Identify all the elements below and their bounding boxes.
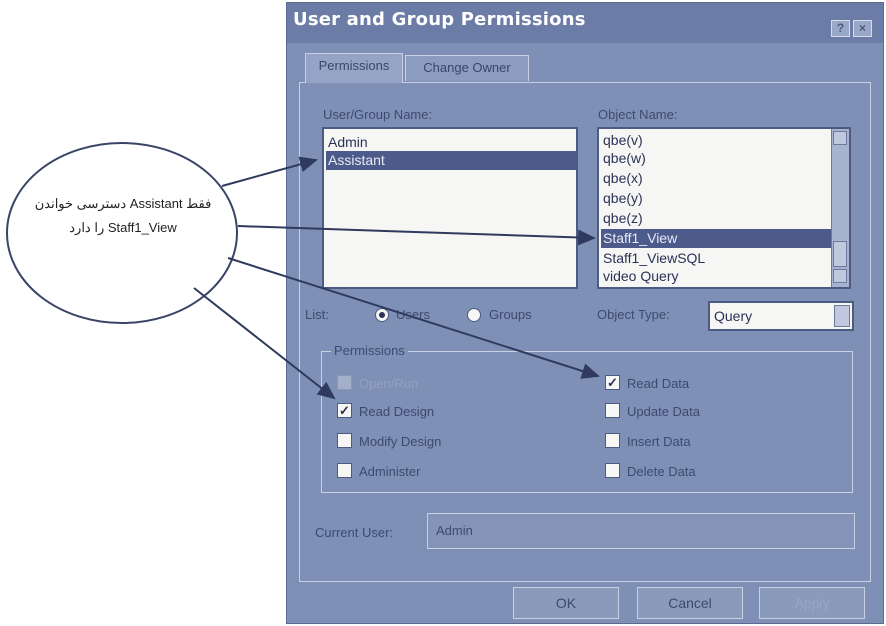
annotation-arrows: [6, 142, 600, 400]
arrow-to-read-design: [193, 287, 336, 400]
annotation-text: فقط Assistant دسترسی خواندن Staff1_View …: [34, 196, 212, 235]
arrow-to-assistant: [221, 156, 318, 187]
arrow-to-staff1-view: [237, 225, 596, 246]
